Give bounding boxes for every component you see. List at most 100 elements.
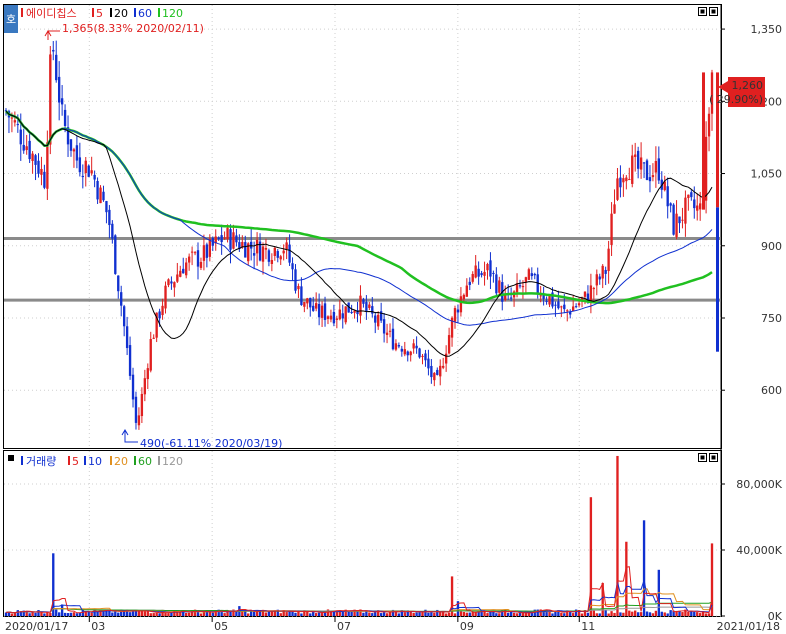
candle-body	[69, 139, 73, 151]
volume-bar	[362, 612, 365, 616]
volume-bar	[459, 611, 463, 616]
candle-body	[193, 252, 197, 254]
volume-bar	[43, 613, 46, 616]
volume-bar	[13, 612, 17, 616]
candle-body	[10, 117, 14, 119]
volume-bar	[421, 612, 424, 616]
candle-body	[636, 150, 640, 169]
candle-body	[377, 314, 380, 327]
date-tick-label: 07	[337, 620, 351, 633]
volume-bar	[595, 613, 598, 616]
stock-name: 에이디칩스	[26, 7, 77, 20]
candle-body	[120, 292, 123, 306]
candle-body	[421, 355, 424, 357]
candle-body	[589, 285, 593, 303]
candle-body	[220, 235, 223, 243]
candle-body	[444, 353, 448, 364]
volume-bar	[379, 613, 383, 616]
volume-bar	[536, 609, 539, 616]
volume-bar	[693, 611, 696, 616]
candle-body	[704, 136, 708, 201]
volume-bar	[619, 612, 622, 616]
volume-bar	[622, 612, 625, 616]
candle-body	[57, 76, 61, 103]
volume-bar	[69, 612, 73, 616]
candle-body	[199, 261, 203, 268]
volume-bar	[34, 612, 37, 616]
volume-bar	[122, 611, 126, 616]
volume-bar	[427, 612, 430, 616]
candle-body	[250, 241, 253, 249]
candle-body	[229, 229, 232, 250]
candle-body	[323, 303, 327, 320]
candle-body	[226, 227, 229, 240]
candle-body	[223, 237, 226, 239]
candle-body	[563, 304, 566, 310]
vma60-label: 60	[138, 455, 152, 468]
candle-body	[403, 349, 406, 355]
volume-bar	[185, 612, 188, 616]
candle-body	[480, 273, 483, 276]
candle-body	[424, 353, 427, 361]
candle-body	[628, 179, 631, 181]
candle-body	[235, 235, 238, 243]
volume-bar	[211, 612, 214, 616]
volume-bar	[515, 613, 519, 616]
candle-body	[297, 285, 300, 290]
volume-bar	[226, 611, 229, 616]
candle-body	[190, 251, 194, 253]
candle-body	[521, 285, 525, 288]
volume-bar	[554, 611, 557, 616]
candle-body	[634, 154, 637, 157]
candle-body	[583, 291, 587, 297]
candle-body	[430, 365, 433, 378]
candle-body	[164, 285, 167, 309]
candle-body	[639, 157, 643, 170]
candle-body	[394, 343, 398, 350]
volume-bar	[636, 612, 640, 616]
candle-body	[557, 301, 560, 309]
volume-bar	[651, 613, 655, 616]
candle-body	[173, 282, 176, 288]
candle-body	[16, 124, 19, 126]
volume-bar	[571, 613, 575, 616]
candle-body	[326, 316, 330, 319]
volume-bar	[314, 613, 318, 616]
candle-body	[122, 306, 126, 327]
candle-body	[439, 365, 442, 377]
candle-body	[291, 263, 294, 270]
volume-bar	[75, 613, 79, 616]
candle-body	[185, 262, 188, 276]
volume-bar	[687, 611, 690, 616]
high-label: 1,365(8.33% 2020/02/11)	[62, 22, 204, 35]
candle-body	[43, 171, 46, 188]
candle-body	[675, 213, 678, 238]
volume-bar	[4, 612, 8, 616]
candle-body	[117, 275, 120, 292]
candle-body	[317, 303, 321, 318]
candle-body	[267, 250, 271, 262]
volume-bar	[40, 612, 43, 616]
volume-bar	[666, 613, 669, 616]
stock-icon-label: 호	[6, 13, 16, 26]
volume-bar	[317, 612, 321, 616]
candle-body	[19, 129, 22, 145]
volume-bar	[699, 613, 702, 616]
candle-body	[610, 213, 613, 245]
vma5-label: 5	[72, 455, 79, 468]
candle-body	[55, 54, 58, 81]
candle-body	[182, 268, 185, 274]
volume-bar	[551, 613, 554, 616]
candle-body	[607, 248, 610, 272]
volume-bar	[223, 613, 226, 616]
volume-bar	[300, 613, 303, 616]
volume-bar	[347, 611, 350, 616]
candle-body	[167, 279, 170, 286]
volume-bar	[66, 613, 70, 616]
candle-body	[483, 271, 486, 276]
candle-body	[453, 308, 457, 322]
candle-body	[548, 296, 551, 305]
candle-body	[72, 149, 76, 152]
volume-bar	[397, 613, 401, 616]
candle-body	[604, 269, 607, 274]
